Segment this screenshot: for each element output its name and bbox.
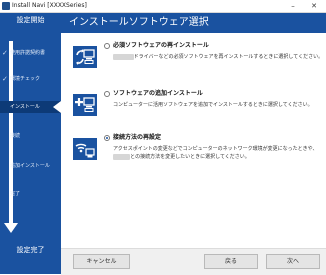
option-reinstall-required[interactable]: 必須ソフトウェアの再インストール XXXXXXドライバーなどの必須ソフトウェアを… xyxy=(61,42,326,92)
step-complete: 完了 xyxy=(0,188,61,200)
reconnect-icon xyxy=(73,138,97,160)
sidebar-finish-label: 設定完了 xyxy=(16,246,45,254)
active-step-pointer-icon xyxy=(53,101,61,113)
option-description: アクセスポイントの変更などでコンピューターのネットワーク環境が変更になったときや… xyxy=(113,145,325,161)
additional-install-radio[interactable] xyxy=(104,91,110,97)
sidebar-start-label: 設定開始 xyxy=(16,16,45,24)
button-bar: キャンセル 戻る 次へ xyxy=(61,248,326,275)
check-icon: ✓ xyxy=(2,75,8,83)
step-label: 接続 xyxy=(10,133,21,139)
cancel-button[interactable]: キャンセル xyxy=(73,254,130,269)
step-environment-check: ✓ 環境チェック xyxy=(0,73,61,85)
step-connection: 接続 xyxy=(0,130,61,142)
next-button[interactable]: 次へ xyxy=(266,254,320,269)
reinstall-radio[interactable] xyxy=(104,43,110,49)
step-label: インストール xyxy=(10,104,40,110)
check-icon: ✓ xyxy=(2,49,8,57)
step-label: 環境チェック xyxy=(10,76,41,82)
option-description-text: ドライバーなどの必須ソフトウェアを再インストールするときに選択してください。 xyxy=(133,54,324,60)
option-description-text: との接続方法を変更したいときに選択してください。 xyxy=(130,154,250,160)
redacted-text: XXXXX xyxy=(113,154,131,160)
minimize-button[interactable]: – xyxy=(286,0,300,12)
option-description: XXXXXXドライバーなどの必須ソフトウェアを再インストールするときに選択してく… xyxy=(113,53,325,61)
step-label: 使用許諾契約書 xyxy=(10,50,46,56)
reinstall-icon xyxy=(73,46,97,68)
window-title: Install Navi [XXXXSeries] xyxy=(12,2,87,9)
step-additional-install: 追加インストール xyxy=(0,160,61,172)
step-sidebar: 設定開始 ✓ 使用許諾契約書 ✓ 環境チェック インストール 接続 追加インスト… xyxy=(0,13,61,274)
add-install-icon xyxy=(73,94,97,116)
option-title: ソフトウェアの追加インストール xyxy=(113,90,203,97)
step-license: ✓ 使用許諾契約書 xyxy=(0,47,61,59)
page-header: インストールソフトウェア選択 xyxy=(61,13,326,33)
reconfigure-connection-radio[interactable] xyxy=(104,135,110,141)
option-title: 接続方法の再設定 xyxy=(113,134,162,141)
page-title: インストールソフトウェア選択 xyxy=(69,17,209,28)
progress-arrow-icon xyxy=(4,223,18,233)
back-button[interactable]: 戻る xyxy=(204,254,258,269)
option-title: 必須ソフトウェアの再インストール xyxy=(113,42,209,49)
step-label: 完了 xyxy=(10,191,21,197)
option-additional-install[interactable]: ソフトウェアの追加インストール コンピューターに活用ソフトウェアを追加でインスト… xyxy=(61,90,326,140)
option-description: コンピューターに活用ソフトウェアを追加でインストールするときに選択してください。 xyxy=(113,102,313,108)
option-reconfigure-connection[interactable]: 接続方法の再設定 アクセスポイントの変更などでコンピューターのネットワーク環境が… xyxy=(61,134,326,184)
step-install: インストール xyxy=(0,101,61,113)
step-label: 追加インストール xyxy=(10,163,50,169)
option-description-text: アクセスポイントの変更などでコンピューターのネットワーク環境が変更になったときや… xyxy=(113,146,318,152)
app-icon xyxy=(2,2,10,10)
window-titlebar: Install Navi [XXXXSeries] – ✕ xyxy=(0,0,326,13)
close-button[interactable]: ✕ xyxy=(307,0,321,12)
redacted-text: XXXXXX xyxy=(113,54,134,60)
